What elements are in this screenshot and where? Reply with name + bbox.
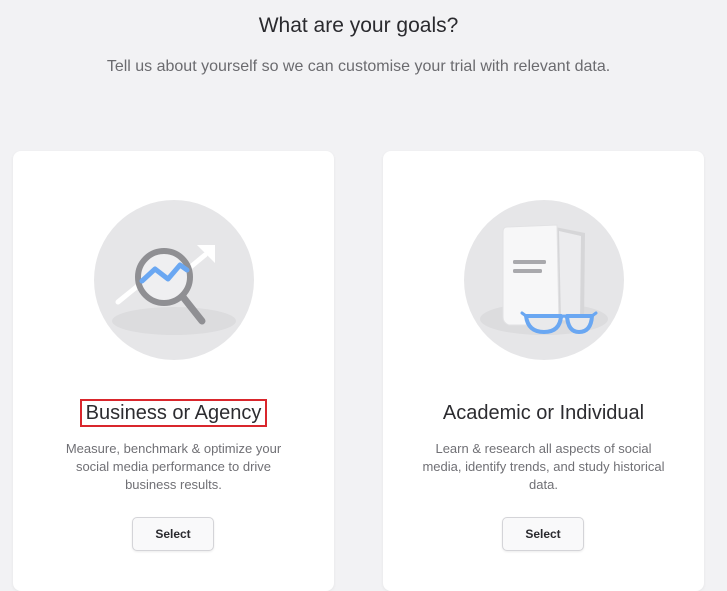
select-academic-button[interactable]: Select [502,517,584,551]
page-title: What are your goals? [258,14,459,37]
goal-card-academic[interactable]: Academic or Individual Learn & research … [383,151,704,591]
card-description-business: Measure, benchmark & optimize your socia… [65,441,282,492]
magnifier-trend-icon [93,199,255,361]
book-glasses-icon [463,199,625,361]
card-title-academic: Academic or Individual [383,399,704,427]
card-description-academic: Learn & research all aspects of social m… [422,441,665,492]
select-business-button[interactable]: Select [132,517,214,551]
card-title-label: Business or Agency [79,399,268,427]
card-title-business: Business or Agency [13,399,334,427]
page-subtitle: Tell us about yourself so we can customi… [106,58,611,75]
goal-card-business[interactable]: Business or Agency Measure, benchmark & … [13,151,334,591]
card-title-label: Academic or Individual [442,402,645,424]
